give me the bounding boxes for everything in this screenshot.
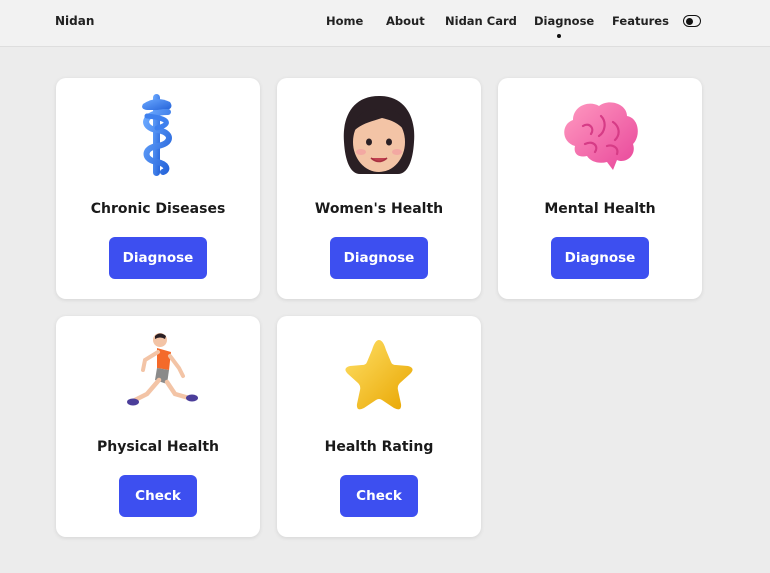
check-button[interactable]: Check [340, 475, 418, 517]
diagnose-button[interactable]: Diagnose [330, 237, 428, 279]
card-chronic-diseases: Chronic Diseases Diagnose [56, 78, 260, 299]
nav-item-diagnose[interactable]: Diagnose [534, 14, 594, 28]
theme-toggle[interactable] [683, 15, 701, 27]
diagnose-button[interactable]: Diagnose [109, 237, 207, 279]
card-health-rating: Health Rating Check [277, 316, 481, 537]
brain-icon [555, 92, 645, 182]
card-physical-health: Physical Health Check [56, 316, 260, 537]
check-button[interactable]: Check [119, 475, 197, 517]
card-title: Women's Health [314, 201, 444, 217]
brand-logo-text[interactable]: Nidan [55, 14, 94, 28]
nav-item-features[interactable]: Features [612, 14, 669, 28]
active-nav-indicator [557, 34, 561, 38]
card-title: Chronic Diseases [90, 201, 226, 217]
woman-face-icon [334, 92, 424, 182]
star-icon [334, 330, 424, 420]
nav-item-about[interactable]: About [386, 14, 425, 28]
card-title: Health Rating [324, 439, 434, 455]
toggle-knob [685, 17, 693, 25]
nav-item-home[interactable]: Home [326, 14, 363, 28]
running-person-icon [113, 330, 203, 420]
navbar: Nidan Home About Nidan Card Diagnose Fea… [0, 0, 770, 47]
card-title: Physical Health [96, 439, 220, 455]
medical-symbol-icon [113, 92, 203, 182]
card-womens-health: Women's Health Diagnose [277, 78, 481, 299]
diagnose-button[interactable]: Diagnose [551, 237, 649, 279]
card-title: Mental Health [544, 201, 656, 217]
nav-item-nidan-card[interactable]: Nidan Card [445, 14, 517, 28]
card-mental-health: Mental Health Diagnose [498, 78, 702, 299]
